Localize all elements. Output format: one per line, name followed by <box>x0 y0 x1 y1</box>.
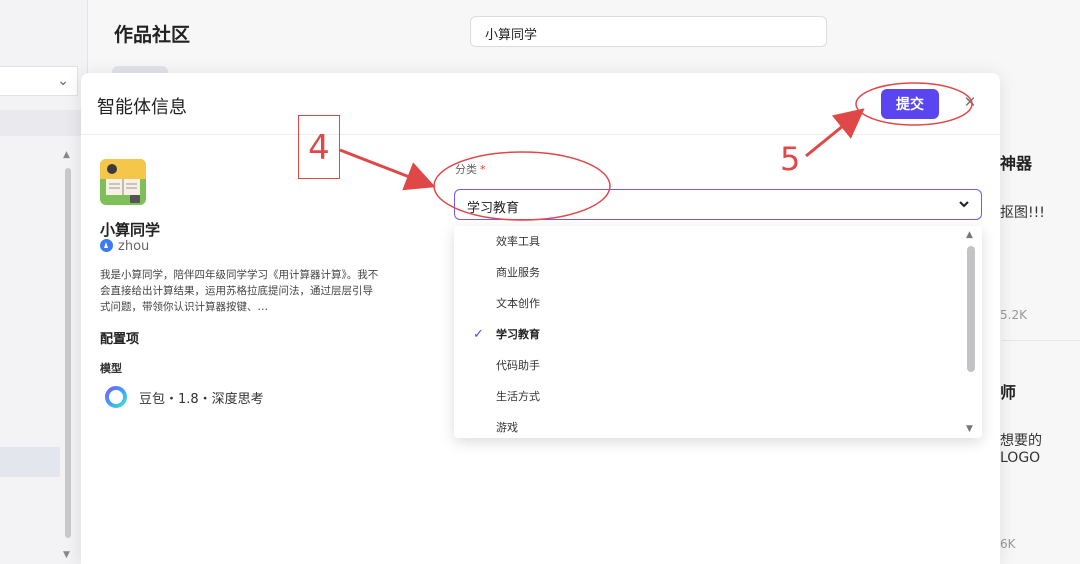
model-row: 豆包・1.8・深度思考 <box>105 385 264 409</box>
category-option[interactable]: 代码助手 <box>454 350 954 381</box>
category-label: 分类 * <box>455 161 486 177</box>
scroll-down-icon[interactable]: ▼ <box>63 550 70 560</box>
agent-description: 我是小算同学，陪伴四年级同学学习《用计算器计算》。我不会直接给出计算结果，运用苏… <box>100 269 379 313</box>
background-select[interactable]: ⌄ <box>0 66 78 96</box>
agent-name: 小算同学 <box>100 221 161 239</box>
option-label: 文本创作 <box>496 297 540 310</box>
model-label: 模型 <box>100 362 122 375</box>
option-label: 效率工具 <box>496 235 540 248</box>
category-option[interactable]: 效率工具 <box>454 226 954 257</box>
close-icon[interactable]: ✕ <box>961 93 979 111</box>
config-section-label: 配置项 <box>100 332 140 347</box>
background-card-count: 6K <box>1000 537 1016 551</box>
category-select[interactable]: 学习教育 <box>454 189 982 220</box>
background-card-subtitle: 抠图!!! <box>1000 205 1045 221</box>
model-value: 豆包・1.8・深度思考 <box>139 391 264 407</box>
option-label: 商业服务 <box>496 266 540 279</box>
scroll-up-icon[interactable]: ▲ <box>966 230 973 240</box>
agent-avatar <box>100 159 146 205</box>
background-card-count: 5.2K <box>1000 308 1027 322</box>
submit-button[interactable]: 提交 <box>881 89 939 119</box>
category-selected-value: 学习教育 <box>467 201 520 216</box>
background-sidebar-highlight <box>0 447 60 477</box>
background-card-subtitle: 想要的LOGO <box>1000 433 1042 466</box>
scrollbar-thumb[interactable] <box>65 168 71 538</box>
check-icon: ✓ <box>473 327 484 342</box>
category-option[interactable]: 商业服务 <box>454 257 954 288</box>
option-label: 游戏 <box>496 421 518 434</box>
background-card-title: 师 <box>1000 383 1017 402</box>
annotation-step-4: 4 <box>298 115 340 179</box>
agent-info-modal: 智能体信息 提交 ✕ 小算同学 zhou 我是小算同学，陪伴四年级同学学习《用计… <box>81 73 1000 564</box>
modal-header: 智能体信息 提交 ✕ <box>81 73 1000 135</box>
category-label-text: 分类 <box>455 163 477 176</box>
background-scrollbar[interactable]: ▲ ▼ <box>63 150 73 560</box>
chevron-down-icon: ⌄ <box>57 73 69 89</box>
required-mark: * <box>480 163 486 176</box>
agent-author: zhou <box>100 239 149 254</box>
option-label: 学习教育 <box>496 328 540 341</box>
option-label: 生活方式 <box>496 390 540 403</box>
option-label: 代码助手 <box>496 359 540 372</box>
dropdown-scrollbar[interactable]: ▲ ▼ <box>964 226 978 438</box>
background-sidebar-band <box>0 110 88 136</box>
category-option[interactable]: 游戏 <box>454 412 954 438</box>
scroll-down-icon[interactable]: ▼ <box>966 424 973 434</box>
chevron-down-icon <box>959 201 969 208</box>
page-title: 作品社区 <box>114 24 191 46</box>
author-name: zhou <box>118 239 150 254</box>
category-dropdown: 效率工具 商业服务 文本创作 ✓ 学习教育 代码助手 生活方式 游戏 ▲ ▼ <box>454 226 982 438</box>
divider <box>1002 340 1080 341</box>
annotation-step-5: 5 <box>780 140 801 178</box>
search-input[interactable]: 小算同学 <box>470 16 827 47</box>
doubao-logo-icon <box>105 386 127 408</box>
background-sidebar: ⌄ ▲ ▼ <box>0 0 88 564</box>
modal-title: 智能体信息 <box>97 97 187 118</box>
category-option[interactable]: 生活方式 <box>454 381 954 412</box>
scrollbar-thumb[interactable] <box>967 246 975 372</box>
category-option[interactable]: 文本创作 <box>454 288 954 319</box>
user-icon <box>100 239 113 252</box>
category-option-selected[interactable]: ✓ 学习教育 <box>454 319 954 350</box>
scroll-up-icon[interactable]: ▲ <box>63 150 70 160</box>
background-card-title: 神器 <box>1000 154 1033 173</box>
